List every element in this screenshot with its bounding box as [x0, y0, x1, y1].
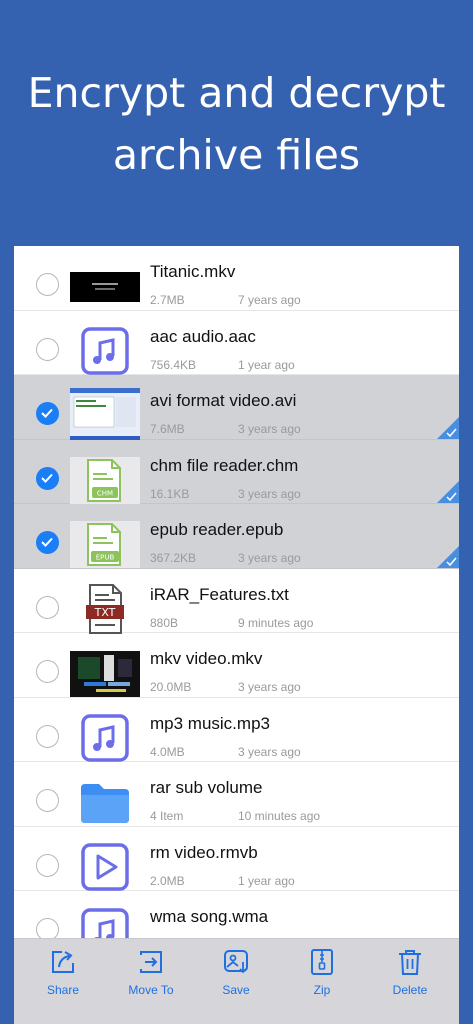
bottom-toolbar: Share Move To Save Zip Delete	[14, 938, 459, 1024]
file-size: 2.7MB	[150, 293, 185, 307]
folder-icon	[70, 779, 140, 826]
file-list: Titanic.mkv 2.7MB 7 years ago aac audio.…	[14, 246, 459, 956]
file-name: rm video.rmvb	[150, 842, 258, 862]
file-row[interactable]: avi format video.avi 7.6MB 3 years ago	[14, 375, 459, 443]
epub-badge-label: EPUB	[96, 554, 115, 562]
file-row[interactable]: Titanic.mkv 2.7MB 7 years ago	[14, 246, 459, 311]
file-age: 9 minutes ago	[238, 615, 314, 630]
file-row[interactable]: CHM chm file reader.chm 16.1KB 3 years a…	[14, 439, 459, 504]
file-size: 880B	[150, 615, 179, 630]
file-name: epub reader.epub	[150, 520, 284, 539]
select-circle[interactable]	[36, 595, 59, 619]
save-icon	[224, 950, 248, 974]
screenshot-thumb	[70, 388, 140, 443]
select-circle[interactable]	[36, 724, 59, 748]
zip-button[interactable]: Zip	[282, 947, 362, 997]
file-age: 1 year ago	[238, 873, 295, 888]
file-age: 3 years ago	[238, 422, 301, 436]
file-browser: Titanic.mkv 2.7MB 7 years ago aac audio.…	[14, 246, 459, 1024]
selected-corner-icon	[437, 545, 459, 568]
save-label: Save	[222, 983, 250, 997]
play-icon	[70, 843, 140, 891]
file-row[interactable]: aac audio.aac 756.4KB 1 year ago	[14, 311, 459, 375]
checkmark-icon[interactable]	[36, 402, 59, 425]
checkmark-icon[interactable]	[36, 531, 59, 554]
trash-icon	[399, 950, 421, 975]
file-age: 3 years ago	[238, 551, 301, 565]
selected-corner-icon	[437, 481, 459, 503]
chm-badge-label: CHM	[97, 489, 113, 497]
delete-label: Delete	[392, 983, 428, 997]
file-size: 4 Item	[150, 809, 184, 823]
select-circle[interactable]	[36, 273, 59, 296]
share-button[interactable]: Share	[23, 947, 103, 997]
file-size: 7.6MB	[150, 422, 185, 436]
checkmark-icon[interactable]	[36, 466, 59, 490]
music-icon	[70, 714, 140, 762]
move-to-button[interactable]: Move To	[111, 947, 191, 997]
video-thumb	[70, 263, 140, 310]
file-name: Titanic.mkv	[150, 262, 236, 281]
move-to-icon	[140, 951, 162, 973]
file-name: mkv video.mkv	[150, 649, 263, 668]
file-row[interactable]: EPUB epub reader.epub 367.2KB 3 years ag…	[14, 504, 459, 569]
file-row[interactable]: rm video.rmvb 2.0MB 1 year ago	[14, 827, 459, 891]
file-name: mp3 music.mp3	[150, 713, 270, 733]
file-age: 1 year ago	[238, 357, 295, 372]
file-name: iRAR_Features.txt	[150, 584, 289, 604]
file-name: chm file reader.chm	[150, 455, 299, 475]
chm-file-icon: CHM	[70, 456, 140, 504]
file-name: aac audio.aac	[150, 326, 256, 346]
file-size: 4.0MB	[150, 744, 185, 759]
file-age: 10 minutes ago	[238, 809, 321, 823]
file-size: 16.1KB	[150, 486, 190, 501]
file-name: wma song.wma	[150, 907, 269, 926]
txt-badge-label: TXT	[94, 606, 116, 619]
file-row[interactable]: mp3 music.mp3 4.0MB 3 years ago	[14, 698, 459, 762]
epub-file-icon: EPUB	[70, 521, 140, 568]
zip-label: Zip	[313, 983, 331, 997]
share-label: Share	[46, 983, 80, 997]
move-to-label: Move To	[128, 983, 174, 997]
file-name: rar sub volume	[150, 778, 263, 797]
select-circle[interactable]	[36, 789, 59, 812]
file-row[interactable]: TXT iRAR_Features.txt 880B 9 minutes ago	[14, 569, 459, 634]
save-button[interactable]: Save	[196, 947, 276, 997]
zip-icon	[311, 949, 333, 975]
file-name: avi format video.avi	[150, 391, 297, 410]
file-row[interactable]: mkv video.mkv 20.0MB 3 years ago	[14, 633, 459, 698]
file-age: 3 years ago	[238, 486, 301, 501]
selected-corner-icon	[437, 416, 459, 439]
file-size: 20.0MB	[150, 680, 192, 694]
file-size: 2.0MB	[150, 873, 185, 888]
headline-line-1: Encrypt and decrypt	[27, 69, 446, 117]
select-circle[interactable]	[36, 660, 59, 683]
headline-line-2: archive files	[112, 131, 361, 179]
file-size: 367.2KB	[150, 551, 197, 565]
headline: Encrypt and decrypt archive files	[0, 62, 473, 186]
select-circle[interactable]	[36, 337, 59, 361]
file-row[interactable]: rar sub volume 4 Item 10 minutes ago	[14, 762, 459, 827]
delete-button[interactable]: Delete	[370, 947, 450, 997]
file-age: 3 years ago	[238, 680, 301, 694]
select-circle[interactable]	[36, 853, 59, 877]
share-icon	[52, 951, 74, 973]
music-icon	[70, 327, 140, 375]
file-age: 3 years ago	[238, 744, 301, 759]
file-age: 7 years ago	[238, 293, 301, 307]
video-thumb	[70, 650, 140, 697]
file-size: 756.4KB	[150, 357, 197, 372]
txt-file-icon: TXT	[70, 584, 140, 634]
